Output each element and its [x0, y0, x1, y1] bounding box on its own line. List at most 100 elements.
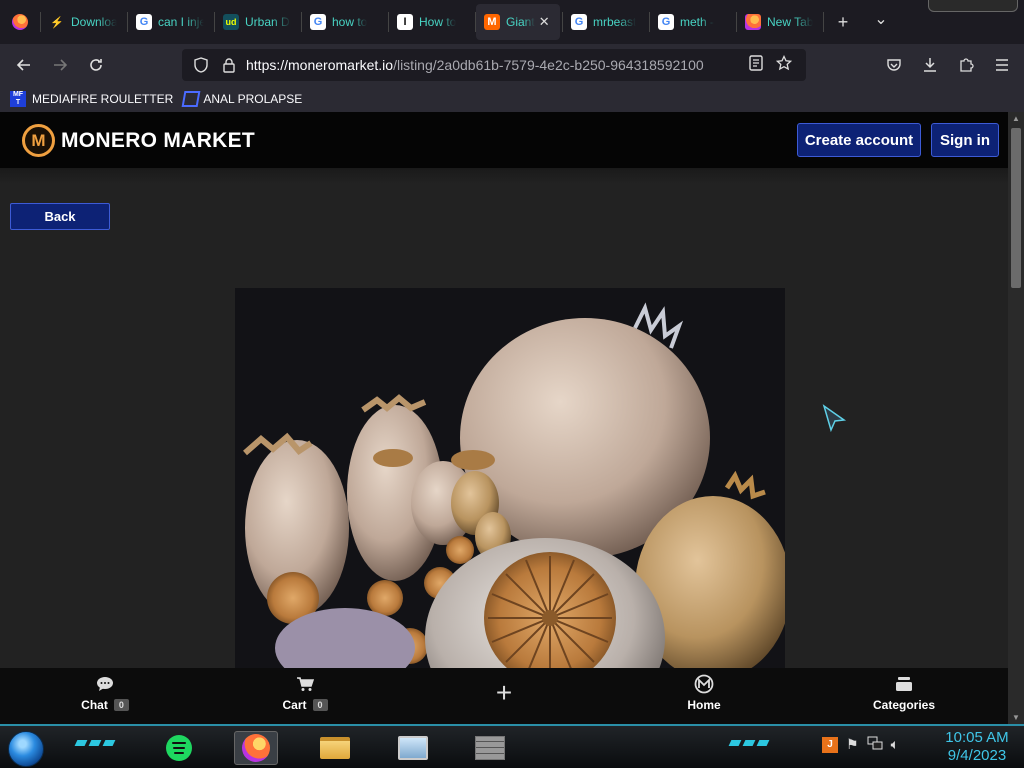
browser-tab[interactable]: I How to — [389, 4, 473, 40]
bookmarks-toolbar: MF T MEDIAFIRE ROULETTER ANAL PROLAPSE — [0, 86, 1024, 112]
reader-view-icon[interactable] — [742, 55, 770, 75]
java-update-icon[interactable]: J — [822, 736, 838, 753]
home-nav-button[interactable]: Home — [649, 674, 759, 712]
urban-dictionary-favicon-icon: ud — [223, 14, 239, 30]
chat-label: Chat — [81, 698, 108, 712]
google-favicon-icon: G — [310, 14, 326, 30]
start-button[interactable] — [8, 731, 44, 767]
url-host: https://moneromarket.io — [246, 57, 394, 73]
reload-icon[interactable] — [78, 49, 114, 81]
mediafire-icon: MF T — [10, 91, 26, 107]
chat-bubble-icon — [96, 674, 114, 694]
browser-tab[interactable]: Gcan I inject — [128, 4, 212, 40]
taskbar-decoration — [74, 740, 116, 746]
clock-time: 10:05 AM — [945, 729, 1009, 746]
mouse-cursor-icon — [822, 404, 848, 433]
back-button[interactable]: Back — [10, 203, 110, 230]
page-scrollbar[interactable]: ▲ ▼ — [1008, 112, 1024, 724]
bookmark-star-icon[interactable] — [770, 54, 798, 75]
firefox-icon — [12, 14, 28, 30]
instructables-favicon-icon: I — [397, 14, 413, 30]
tab-label: Giant — [506, 15, 535, 29]
firefox-icon — [242, 734, 270, 762]
categories-label: Categories — [872, 698, 936, 712]
bottom-navigation: Chat 0 Cart 0 + Home Categories — [0, 668, 1008, 724]
tab-label: How to — [419, 15, 457, 29]
spotify-icon — [166, 735, 192, 761]
list-all-tabs-button[interactable]: ⌄ — [862, 1, 900, 37]
flash-favicon-icon: ⚡ — [50, 16, 64, 29]
firewall-taskbar-button[interactable] — [468, 731, 512, 765]
browser-tab[interactable]: Gmeth - — [650, 4, 734, 40]
add-listing-button[interactable]: + — [492, 679, 516, 707]
categories-stack-icon — [895, 674, 913, 694]
chat-count-badge: 0 — [113, 699, 129, 711]
extensions-icon[interactable] — [948, 49, 984, 81]
browser-tab[interactable]: M Giant ✕ — [476, 4, 560, 40]
tab-label: New Tab — [767, 15, 813, 29]
tab-label: how to — [332, 15, 368, 29]
folder-icon — [320, 737, 350, 759]
browser-tab[interactable]: New Tab — [737, 4, 821, 40]
forward-arrow-icon[interactable] — [42, 49, 78, 81]
browser-tab[interactable]: Ghow to — [302, 4, 386, 40]
volume-icon[interactable]: 🔈︎ — [891, 736, 899, 753]
header-shadow — [0, 168, 1008, 184]
spotify-taskbar-button[interactable] — [157, 731, 201, 765]
back-arrow-icon[interactable] — [6, 49, 42, 81]
cart-count-badge: 0 — [312, 699, 328, 711]
cart-label: Cart — [282, 698, 307, 712]
categories-nav-button[interactable]: Categories — [849, 674, 959, 712]
chat-nav-button[interactable]: Chat 0 — [50, 674, 160, 712]
create-account-button[interactable]: Create account — [797, 123, 921, 157]
lock-icon[interactable] — [218, 57, 240, 73]
action-center-flag-icon[interactable]: ⚑ — [846, 736, 859, 753]
close-tab-icon[interactable]: ✕ — [539, 14, 550, 30]
monero-favicon-icon: M — [484, 14, 500, 30]
shield-icon[interactable] — [190, 57, 212, 73]
scroll-down-arrow-icon[interactable]: ▼ — [1012, 713, 1020, 722]
toolbar-right — [876, 44, 1024, 86]
browser-tab[interactable]: ⚡ Downloads — [41, 4, 125, 40]
downloads-icon[interactable] — [912, 49, 948, 81]
navigation-toolbar: https://moneromarket.io/listing/2a0db61b… — [0, 44, 1024, 86]
site-header: M MONERO MARKET Create account Sign in — [0, 112, 1008, 168]
task-manager-taskbar-button[interactable] — [391, 731, 435, 765]
bookmark-favicon-icon — [181, 91, 201, 107]
brick-wall-icon — [475, 736, 505, 760]
new-tab-button[interactable]: + — [824, 4, 862, 40]
site-logo[interactable]: M MONERO MARKET — [22, 124, 255, 157]
cart-nav-button[interactable]: Cart 0 — [250, 674, 360, 712]
browser-tab[interactable]: ud Urban Dictionary — [215, 4, 299, 40]
network-icon[interactable] — [867, 736, 883, 753]
pocket-icon[interactable] — [876, 49, 912, 81]
file-explorer-taskbar-button[interactable] — [313, 731, 357, 765]
google-favicon-icon: G — [136, 14, 152, 30]
firefox-view-button[interactable] — [0, 0, 40, 44]
hamburger-menu-icon[interactable] — [984, 49, 1020, 81]
product-image[interactable] — [235, 288, 785, 668]
monitor-icon — [398, 736, 428, 760]
clock-date: 9/4/2023 — [947, 747, 1007, 764]
window-controls[interactable] — [928, 0, 1018, 12]
tab-label: can I inject — [158, 15, 204, 29]
site-name: MONERO MARKET — [61, 128, 256, 152]
bookmark-label: MEDIAFIRE ROULETTER — [32, 92, 174, 106]
url-text[interactable]: https://moneromarket.io/listing/2a0db61b… — [246, 57, 742, 73]
tab-label: meth - — [680, 15, 715, 29]
bookmark-label: ANAL PROLAPSE — [203, 92, 303, 106]
url-path: /listing/2a0db61b-7579-4e2c-b250-9643185… — [393, 57, 704, 73]
system-tray: J ⚑ 🔈︎ — [822, 736, 899, 753]
firefox-favicon-icon — [745, 14, 761, 30]
firefox-taskbar-button[interactable] — [234, 731, 278, 765]
scroll-thumb[interactable] — [1011, 128, 1021, 288]
browser-tab[interactable]: Gmrbeast — [563, 4, 647, 40]
monero-logo-icon: M — [22, 124, 55, 157]
sign-in-button[interactable]: Sign in — [931, 123, 999, 157]
address-bar[interactable]: https://moneromarket.io/listing/2a0db61b… — [182, 49, 806, 81]
system-clock[interactable]: 10:05 AM 9/4/2023 — [934, 729, 1020, 765]
tab-label: Urban Dictionary — [245, 15, 291, 29]
scroll-up-arrow-icon[interactable]: ▲ — [1012, 114, 1020, 123]
bookmark-anal-prolapse[interactable]: ANAL PROLAPSE — [181, 91, 303, 107]
bookmark-mediafire-rouletter[interactable]: MF T MEDIAFIRE ROULETTER — [10, 91, 173, 107]
